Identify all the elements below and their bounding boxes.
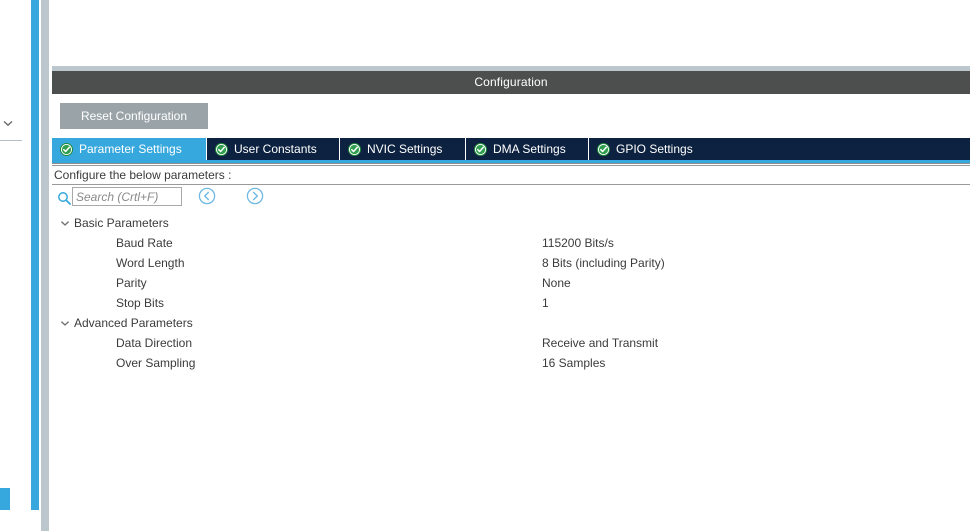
parameter-name: Data Direction [116,336,193,350]
panel-gutter [41,0,49,531]
parameter-value[interactable]: 8 Bits (including Parity) [542,253,665,273]
parameter-value[interactable]: 1 [542,293,549,313]
chevron-down-icon[interactable] [59,217,71,229]
parameter-row[interactable]: Stop Bits 1 [52,293,970,313]
tab-underline-divider [52,163,970,164]
chevron-down-icon[interactable] [59,317,71,329]
tab-dma-settings[interactable]: DMA Settings [466,138,589,160]
parameter-row[interactable]: Data Direction Receive and Transmit [52,333,970,353]
search-row [52,185,970,213]
parameter-row[interactable]: Over Sampling 16 Samples [52,353,970,373]
tab-user-constants[interactable]: User Constants [207,138,340,160]
parameter-value[interactable]: 16 Samples [542,353,605,373]
parameter-row[interactable]: Parity None [52,273,970,293]
parameter-name: Over Sampling [116,356,196,370]
tab-gpio-settings[interactable]: GPIO Settings [589,138,711,160]
parameter-name: Word Length [116,256,185,270]
check-circle-icon [474,142,487,156]
blue-accent-rail [31,0,39,510]
tab-nvic-settings[interactable]: NVIC Settings [340,138,466,160]
tab-label: DMA Settings [493,141,566,156]
circle-left-arrow-icon[interactable] [198,187,216,205]
search-input[interactable] [72,187,182,206]
parameter-value[interactable]: None [542,273,571,293]
tab-label: User Constants [234,141,317,156]
panel-upper-blank-area [52,0,970,66]
reset-configuration-button[interactable]: Reset Configuration [60,103,208,129]
parameter-group-basic[interactable]: Basic Parameters [52,213,970,233]
parameter-value[interactable]: 115200 Bits/s [542,233,614,253]
tab-label: NVIC Settings [367,141,443,156]
tab-label: Parameter Settings [79,141,182,156]
parameter-group-label: Basic Parameters [74,216,169,230]
configuration-title: Configuration [52,71,970,94]
parameter-value[interactable]: Receive and Transmit [542,333,658,353]
configure-parameters-header: Configure the below parameters : [52,165,970,185]
parameter-group-label: Advanced Parameters [74,316,193,330]
configuration-panel: Configuration Reset Configuration Parame… [52,0,970,531]
tab-parameter-settings[interactable]: Parameter Settings [52,138,207,160]
parameter-row[interactable]: Word Length 8 Bits (including Parity) [52,253,970,273]
tab-label: GPIO Settings [616,141,693,156]
circle-right-arrow-icon[interactable] [246,187,264,205]
parameter-group-advanced[interactable]: Advanced Parameters [52,313,970,333]
configuration-body: Reset Configuration Parameter Settings U… [52,94,970,531]
parameter-name: Stop Bits [116,296,165,310]
parameter-row[interactable]: Baud Rate 115200 Bits/s [52,233,970,253]
chevron-down-icon[interactable] [1,116,15,130]
left-residual-panel [0,0,31,531]
check-circle-icon [215,142,228,156]
check-circle-icon [597,142,610,156]
parameter-name: Parity [116,276,147,290]
left-selection-marker [0,488,10,510]
check-circle-icon [348,142,361,156]
left-divider [0,140,22,141]
search-icon [57,191,71,205]
parameter-tree: Basic Parameters Baud Rate 115200 Bits/s… [52,213,970,531]
settings-tab-strip: Parameter Settings User Constants NVIC S… [52,138,970,160]
parameter-name: Baud Rate [116,236,173,250]
check-circle-icon [60,142,73,156]
